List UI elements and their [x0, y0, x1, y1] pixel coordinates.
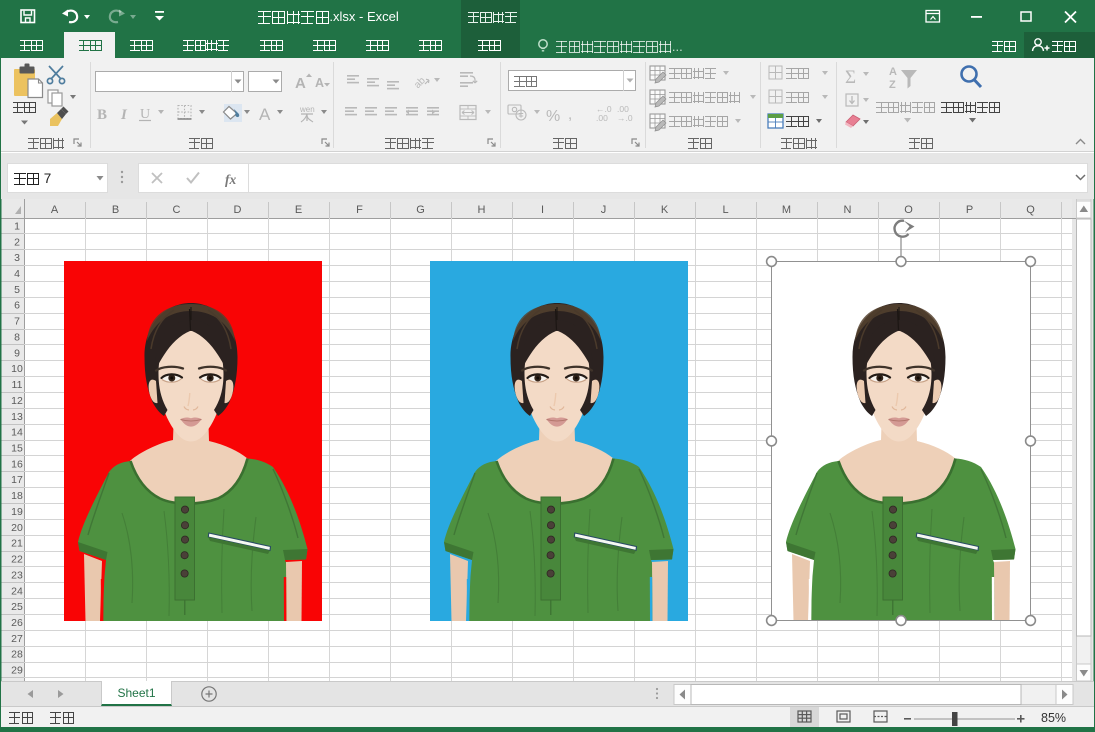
svg-text:K: K — [661, 204, 669, 216]
svg-text:29: 29 — [11, 665, 23, 677]
svg-text:J: J — [601, 204, 607, 216]
svg-text:6: 6 — [14, 300, 20, 312]
svg-text:A: A — [51, 204, 59, 216]
svg-text:13: 13 — [11, 411, 23, 423]
svg-text:17: 17 — [11, 474, 23, 486]
svg-text:L: L — [722, 204, 728, 216]
svg-text:C: C — [173, 204, 181, 216]
svg-text:N: N — [844, 204, 852, 216]
svg-text:P: P — [966, 204, 973, 216]
svg-text:O: O — [904, 204, 913, 216]
svg-text:11: 11 — [12, 379, 23, 391]
svg-text:15: 15 — [11, 443, 23, 455]
svg-text:21: 21 — [11, 538, 23, 550]
svg-text:F: F — [356, 204, 363, 216]
svg-text:19: 19 — [11, 506, 23, 518]
svg-text:7: 7 — [14, 316, 20, 328]
svg-text:E: E — [295, 204, 302, 216]
svg-text:1: 1 — [14, 220, 20, 232]
svg-text:H: H — [478, 204, 486, 216]
svg-text:Q: Q — [1026, 204, 1035, 216]
svg-text:24: 24 — [11, 585, 23, 597]
svg-text:12: 12 — [11, 395, 23, 407]
svg-text:8: 8 — [14, 332, 20, 344]
svg-text:14: 14 — [11, 427, 23, 439]
svg-text:10: 10 — [11, 363, 23, 375]
svg-text:20: 20 — [11, 522, 23, 534]
svg-text:3: 3 — [14, 252, 20, 264]
svg-text:M: M — [782, 204, 791, 216]
svg-text:I: I — [541, 204, 544, 216]
svg-text:22: 22 — [11, 554, 23, 566]
svg-text:9: 9 — [14, 347, 20, 359]
svg-text:2: 2 — [14, 236, 20, 248]
svg-text:18: 18 — [11, 490, 23, 502]
svg-text:5: 5 — [14, 284, 20, 296]
svg-text:25: 25 — [11, 601, 23, 613]
svg-text:23: 23 — [11, 569, 23, 581]
svg-text:B: B — [112, 204, 119, 216]
svg-text:28: 28 — [11, 649, 23, 661]
svg-text:26: 26 — [11, 617, 23, 629]
svg-text:G: G — [416, 204, 425, 216]
svg-text:16: 16 — [11, 458, 23, 470]
svg-text:4: 4 — [14, 268, 20, 280]
svg-text:D: D — [234, 204, 242, 216]
svg-text:27: 27 — [11, 633, 23, 645]
